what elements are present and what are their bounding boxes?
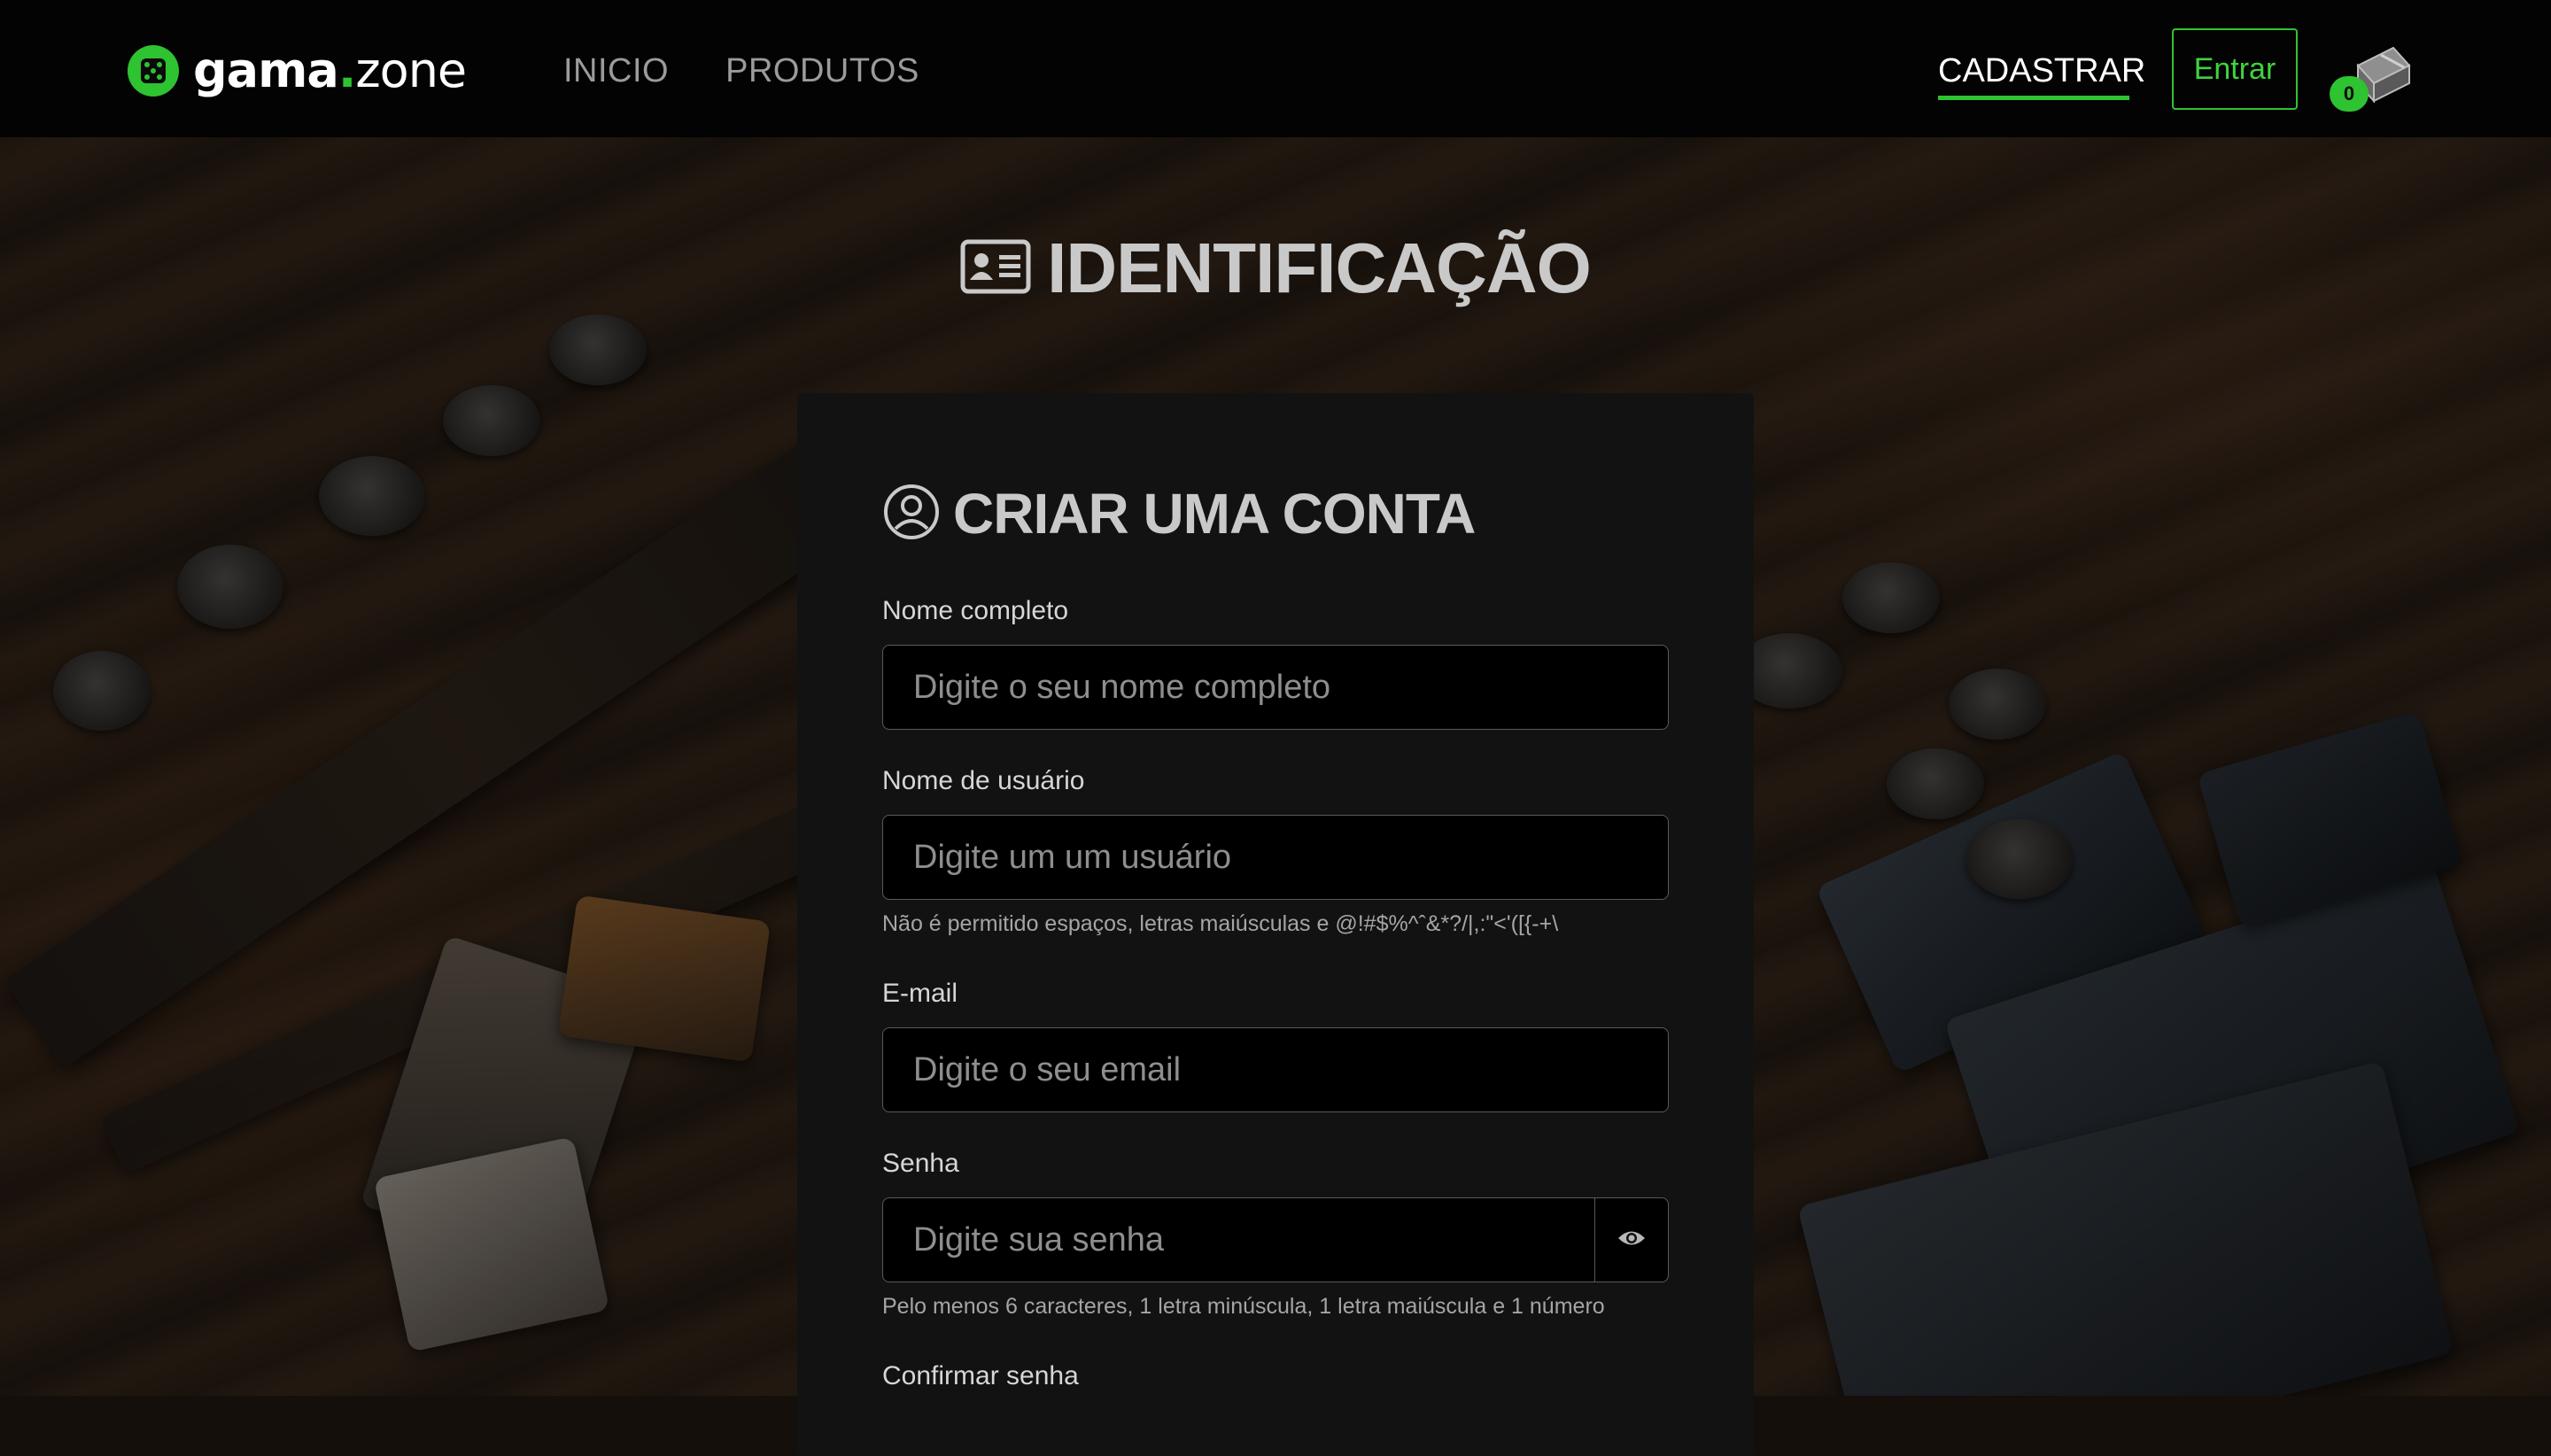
username-field	[882, 815, 1669, 900]
email-label: E-mail	[882, 979, 958, 1008]
email-input[interactable]	[883, 1028, 1668, 1111]
password-input[interactable]	[883, 1198, 1597, 1282]
nav-link-produtos[interactable]: PRODUTOS	[725, 44, 919, 97]
register-link[interactable]: CADASTRAR	[1938, 44, 2145, 97]
password-visibility-toggle[interactable]	[1594, 1198, 1668, 1282]
password-label: Senha	[882, 1149, 959, 1178]
id-card-icon	[960, 239, 1031, 298]
confirm-password-label: Confirmar senha	[882, 1361, 1079, 1390]
password-hint: Pelo menos 6 caracteres, 1 letra minúscu…	[882, 1294, 1605, 1319]
page-title: IDENTIFICAÇÃO	[1047, 228, 1592, 307]
main-nav: INICIO PRODUTOS	[563, 44, 919, 97]
logo-text-sub: zone	[355, 43, 467, 98]
nav-link-inicio[interactable]: INICIO	[563, 44, 669, 97]
form-heading: CRIAR UMA CONTA	[882, 482, 1476, 546]
active-link-underline	[1938, 96, 2129, 100]
username-hint: Não é permitido espaços, letras maiúscul…	[882, 911, 1559, 936]
form-title: CRIAR UMA CONTA	[953, 482, 1476, 546]
password-field	[882, 1197, 1669, 1282]
dice-icon	[128, 45, 179, 97]
cart-count-badge: 0	[2330, 76, 2369, 112]
user-circle-icon	[882, 483, 941, 546]
logo-text-main: gama	[193, 43, 339, 98]
login-button[interactable]: Entrar	[2172, 28, 2298, 110]
register-form-panel: CRIAR UMA CONTA Nome completo Nome de us…	[797, 393, 1754, 1456]
logo-text-dot: .	[337, 43, 356, 98]
logo[interactable]: gama.zone	[128, 43, 467, 98]
navbar: gama.zone INICIO PRODUTOS CADASTRAR Entr…	[0, 0, 2551, 137]
page-heading: IDENTIFICAÇÃO	[0, 228, 2551, 308]
eye-icon	[1617, 1228, 1647, 1252]
username-input[interactable]	[883, 816, 1668, 899]
full-name-input[interactable]	[883, 646, 1668, 729]
username-label: Nome de usuário	[882, 766, 1085, 795]
full-name-label: Nome completo	[882, 596, 1069, 625]
email-field	[882, 1027, 1669, 1112]
full-name-field	[882, 645, 1669, 730]
logo-text: gama.zone	[193, 43, 467, 98]
